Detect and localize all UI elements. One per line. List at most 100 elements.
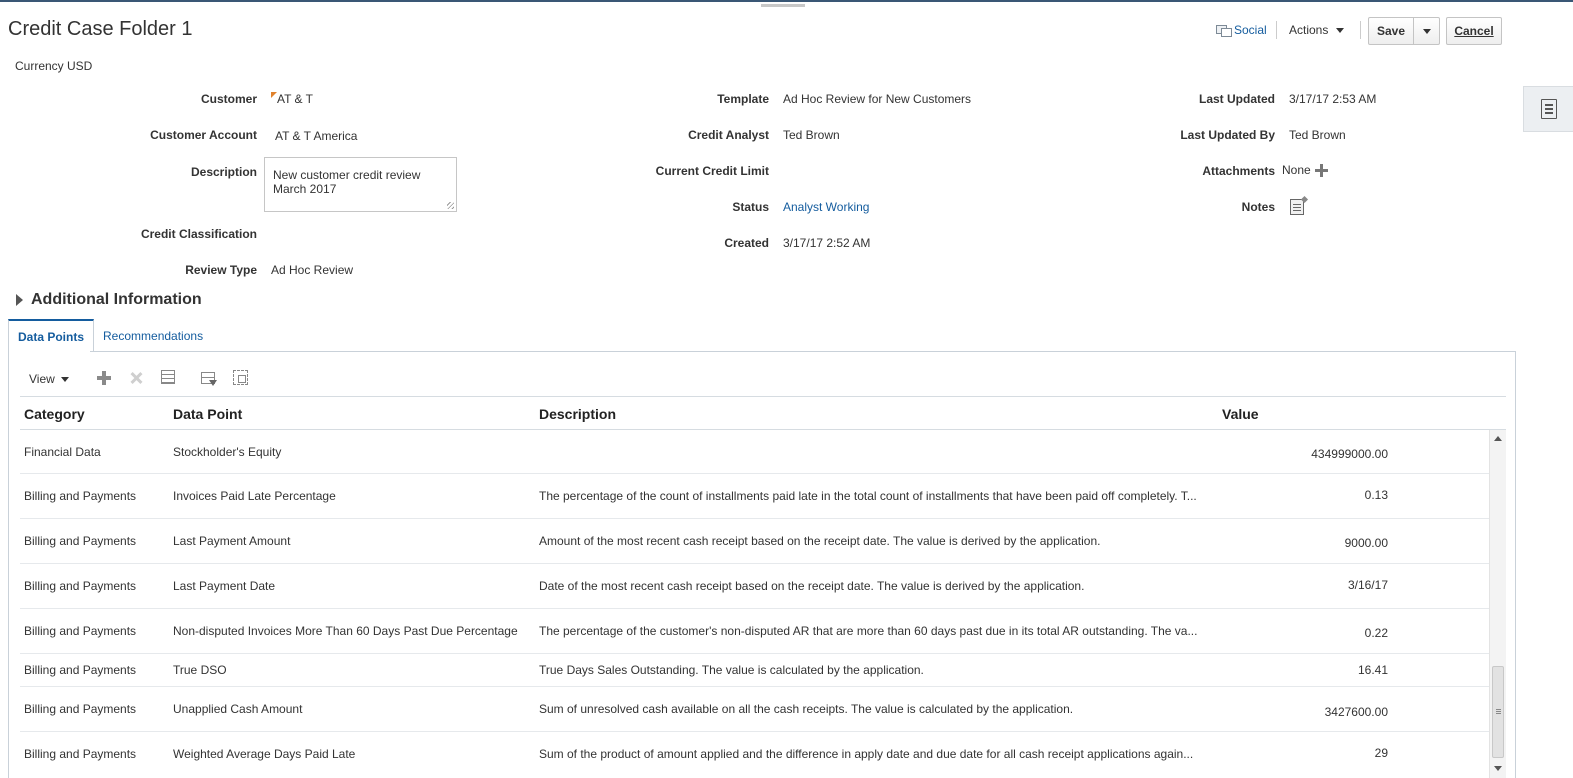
table-row[interactable]: Billing and Payments Last Payment Amount… xyxy=(20,519,1489,564)
cell-category: Billing and Payments xyxy=(24,579,137,593)
column-header-value[interactable]: Value xyxy=(1222,406,1259,422)
save-button-group: Save xyxy=(1368,17,1440,45)
table-scrollbar[interactable] xyxy=(1489,430,1506,778)
customer-name: AT & T xyxy=(277,92,314,106)
scroll-down-icon[interactable] xyxy=(1494,766,1502,771)
cell-value: 0.22 xyxy=(1364,626,1388,640)
table-header: Category Data Point Description Value xyxy=(20,396,1489,430)
actions-menu[interactable]: Actions xyxy=(1289,23,1344,37)
cell-value: 9000.00 xyxy=(1344,536,1388,550)
notes-label: Notes xyxy=(1241,200,1275,214)
cell-value: 434999000.00 xyxy=(1311,447,1388,461)
last-updated-by-label: Last Updated By xyxy=(1180,128,1275,142)
cell-description: Sum of unresolved cash available on all … xyxy=(539,702,1074,716)
column-header-category[interactable]: Category xyxy=(24,406,85,422)
detach-icon[interactable] xyxy=(233,370,248,385)
separator xyxy=(1360,21,1361,39)
description-label: Description xyxy=(190,165,257,179)
cell-value: 3/16/17 xyxy=(1347,578,1388,592)
freeze-columns-icon[interactable] xyxy=(161,370,175,384)
table-row[interactable]: Billing and Payments Last Payment Date D… xyxy=(20,564,1489,609)
cell-description: Date of the most recent cash receipt bas… xyxy=(539,579,1085,593)
notes-icon[interactable] xyxy=(1290,199,1304,215)
attachments-label: Attachments xyxy=(1202,164,1275,178)
cell-data-point: Invoices Paid Late Percentage xyxy=(173,489,336,503)
customer-account-value: AT & T America xyxy=(275,129,358,143)
additional-information-toggle[interactable]: Additional Information xyxy=(16,291,202,309)
currency-label: Currency USD xyxy=(15,59,93,73)
cell-value: 29 xyxy=(1374,746,1388,760)
query-by-example-icon[interactable] xyxy=(201,372,217,386)
last-updated-by-value: Ted Brown xyxy=(1289,128,1346,142)
description-textarea[interactable]: New customer credit review March 2017 xyxy=(264,157,457,212)
cell-value: 16.41 xyxy=(1357,663,1388,677)
additional-information-title: Additional Information xyxy=(31,291,202,308)
page-title: Credit Case Folder 1 xyxy=(8,18,193,40)
view-menu[interactable]: View xyxy=(29,372,69,386)
status-link[interactable]: Analyst Working xyxy=(783,200,869,214)
save-button[interactable]: Save xyxy=(1369,18,1413,44)
created-label: Created xyxy=(724,236,769,250)
separator xyxy=(1276,21,1277,39)
table-row[interactable]: Billing and Payments Invoices Paid Late … xyxy=(20,474,1489,519)
drag-handle[interactable] xyxy=(761,4,805,7)
top-border xyxy=(0,0,1573,2)
cancel-button[interactable]: Cancel xyxy=(1446,17,1502,45)
cell-category: Billing and Payments xyxy=(24,663,137,677)
review-type-value: Ad Hoc Review xyxy=(271,263,354,277)
chevron-down-icon xyxy=(1335,28,1344,34)
cell-description: True Days Sales Outstanding. The value i… xyxy=(539,663,924,677)
view-label: View xyxy=(29,372,55,386)
document-icon xyxy=(1540,99,1557,119)
delete-row-icon[interactable] xyxy=(128,370,144,386)
cell-description: The percentage of the count of installme… xyxy=(539,489,1197,503)
table-row[interactable]: Billing and Payments True DSO True Days … xyxy=(20,654,1489,687)
customer-label: Customer xyxy=(200,92,257,106)
tab-recommendations[interactable]: Recommendations xyxy=(94,319,212,352)
customer-value[interactable]: AT & T xyxy=(271,92,313,106)
tab-bar: Data Points Recommendations xyxy=(8,319,212,352)
cell-data-point: Last Payment Amount xyxy=(173,534,291,548)
header-scroll-spacer xyxy=(1489,396,1506,430)
save-dropdown-button[interactable] xyxy=(1413,18,1439,44)
cell-description: Sum of the product of amount applied and… xyxy=(539,747,1194,761)
cell-category: Billing and Payments xyxy=(24,624,137,638)
column-header-description[interactable]: Description xyxy=(539,406,616,422)
cell-data-point: Weighted Average Days Paid Late xyxy=(173,747,356,761)
social-label: Social xyxy=(1234,23,1267,37)
header-actions: Social Actions Save Cancel xyxy=(1210,17,1510,45)
last-updated-label: Last Updated xyxy=(1198,92,1275,106)
expand-triangle-icon xyxy=(16,294,23,306)
credit-classification-label: Credit Classification xyxy=(140,227,257,241)
review-type-label: Review Type xyxy=(185,263,257,277)
table-row[interactable]: Billing and Payments Unapplied Cash Amou… xyxy=(20,687,1489,732)
table-toolbar: View xyxy=(20,368,69,390)
cell-value: 3427600.00 xyxy=(1324,705,1388,719)
customer-account-label: Customer Account xyxy=(150,128,257,142)
current-credit-limit-label: Current Credit Limit xyxy=(655,164,769,178)
created-value: 3/17/17 2:52 AM xyxy=(783,236,871,250)
cell-category: Billing and Payments xyxy=(24,747,137,761)
cell-category: Billing and Payments xyxy=(24,534,137,548)
side-panel-toggle[interactable] xyxy=(1523,86,1573,132)
cell-category: Billing and Payments xyxy=(24,489,137,503)
status-label: Status xyxy=(732,200,769,214)
cell-description: Amount of the most recent cash receipt b… xyxy=(539,534,1101,548)
add-row-icon[interactable] xyxy=(96,370,112,386)
table-row[interactable]: Billing and Payments Non-disputed Invoic… xyxy=(20,609,1489,654)
scrollbar-thumb[interactable] xyxy=(1492,666,1504,758)
cell-value: 0.13 xyxy=(1364,488,1388,502)
column-header-data-point[interactable]: Data Point xyxy=(173,406,242,422)
social-link[interactable]: Social xyxy=(1216,23,1267,37)
scroll-up-icon[interactable] xyxy=(1494,436,1502,441)
tab-data-points[interactable]: Data Points xyxy=(8,319,95,352)
add-attachment-icon[interactable] xyxy=(1314,164,1328,178)
table-row[interactable]: Billing and Payments Weighted Average Da… xyxy=(20,732,1489,778)
table-row[interactable]: Financial Data Stockholder's Equity 4349… xyxy=(20,430,1489,474)
cell-data-point: Unapplied Cash Amount xyxy=(173,702,303,716)
credit-analyst-value: Ted Brown xyxy=(783,128,840,142)
actions-label: Actions xyxy=(1289,23,1329,37)
attachments-none: None xyxy=(1282,163,1311,177)
resize-handle-icon[interactable] xyxy=(447,202,454,209)
template-value: Ad Hoc Review for New Customers xyxy=(783,92,972,106)
